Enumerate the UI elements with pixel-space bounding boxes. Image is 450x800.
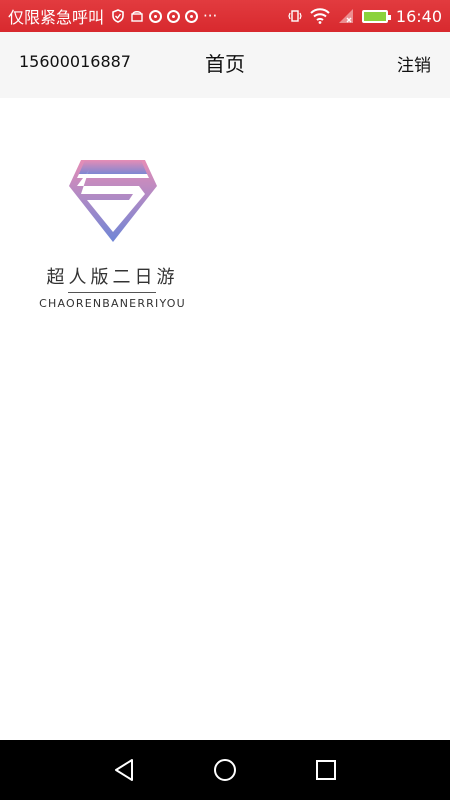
notification-icon — [149, 9, 163, 23]
status-left: 仅限紧急呼叫 ··· — [8, 4, 288, 28]
app-logo: 超人版二日游 CHAORENBANERRIYOU — [30, 150, 195, 320]
notification-icon — [185, 9, 199, 23]
page-title: 首页 — [205, 52, 245, 76]
header: 15600016887 首页 注销 — [0, 32, 450, 98]
back-button[interactable] — [111, 757, 137, 783]
battery-icon — [361, 9, 391, 23]
vibrate-icon — [288, 10, 302, 22]
more-notifications-icon: ··· — [203, 7, 218, 25]
status-right: 16:40 — [288, 7, 442, 26]
logout-button[interactable]: 注销 — [397, 51, 431, 76]
notification-icon — [167, 9, 181, 23]
wifi-icon — [310, 8, 330, 24]
back-icon — [115, 759, 133, 781]
logo-english-text: CHAORENBANERRIYOU — [39, 297, 186, 310]
logo-divider — [68, 292, 156, 293]
navigation-bar — [0, 740, 450, 800]
emergency-call-text: 仅限紧急呼叫 — [8, 8, 105, 27]
status-time: 16:40 — [395, 6, 442, 26]
recents-icon — [316, 760, 336, 780]
home-icon — [214, 759, 236, 781]
recents-button[interactable] — [313, 757, 339, 783]
screen: 仅限紧急呼叫 ··· 16:40 15600016887 首页 注销 超人版二日… — [0, 0, 450, 800]
status-bar: 仅限紧急呼叫 ··· 16:40 — [0, 0, 450, 32]
signal-icon — [338, 9, 353, 23]
home-button[interactable] — [212, 757, 238, 783]
logo-chinese-text: 超人版二日游 — [46, 267, 179, 288]
superman-diamond-logo-icon — [69, 160, 157, 242]
android-icon — [131, 11, 143, 22]
shield-icon — [112, 9, 124, 23]
